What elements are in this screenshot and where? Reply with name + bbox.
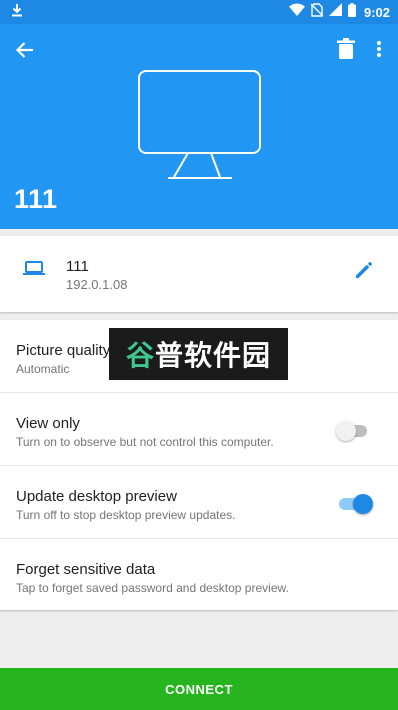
view-only-subtitle: Turn on to observe but not control this …	[16, 435, 274, 449]
forget-data-title: Forget sensitive data	[16, 561, 156, 578]
device-name: 111	[66, 258, 89, 275]
picture-quality-title: Picture quality	[16, 342, 111, 359]
device-title: 111	[14, 184, 58, 214]
forget-data-setting[interactable]: Forget sensitive data Tap to forget save…	[0, 539, 398, 612]
forget-data-subtitle: Tap to forget saved password and desktop…	[16, 581, 289, 595]
device-header: 111	[0, 24, 398, 229]
device-address: 192.0.1.08	[66, 277, 128, 292]
status-time: 9:02	[363, 4, 390, 20]
connect-button[interactable]: CONNECT	[0, 668, 398, 710]
monitor-icon	[128, 66, 268, 187]
view-only-toggle[interactable]	[336, 420, 374, 442]
picture-quality-value: Automatic	[16, 362, 70, 376]
no-sim-icon	[310, 2, 324, 22]
watermark-logo: 谷普软件园	[109, 328, 288, 380]
back-arrow-icon[interactable]	[12, 37, 38, 63]
laptop-icon	[23, 259, 45, 282]
update-preview-setting[interactable]: Update desktop preview Turn off to stop …	[0, 466, 398, 539]
update-preview-title: Update desktop preview	[16, 488, 177, 505]
battery-icon	[347, 2, 356, 22]
update-preview-subtitle: Turn off to stop desktop preview updates…	[16, 508, 236, 522]
update-preview-toggle[interactable]	[336, 493, 374, 515]
watermark-text: 普软件园	[155, 339, 272, 372]
more-vert-icon[interactable]	[370, 36, 388, 62]
toggle-thumb	[353, 494, 373, 514]
view-only-setting[interactable]: View only Turn on to observe but not con…	[0, 393, 398, 466]
status-bar: 9:02	[0, 0, 398, 24]
download-icon	[10, 3, 24, 22]
wifi-icon	[288, 3, 305, 21]
trash-icon[interactable]	[334, 36, 358, 62]
toggle-thumb	[336, 421, 356, 441]
signal-icon	[328, 3, 342, 21]
view-only-title: View only	[16, 415, 80, 432]
watermark-accent: 谷	[125, 339, 155, 372]
edit-pencil-icon[interactable]	[352, 258, 376, 282]
device-card: 111 192.0.1.08	[0, 236, 398, 312]
